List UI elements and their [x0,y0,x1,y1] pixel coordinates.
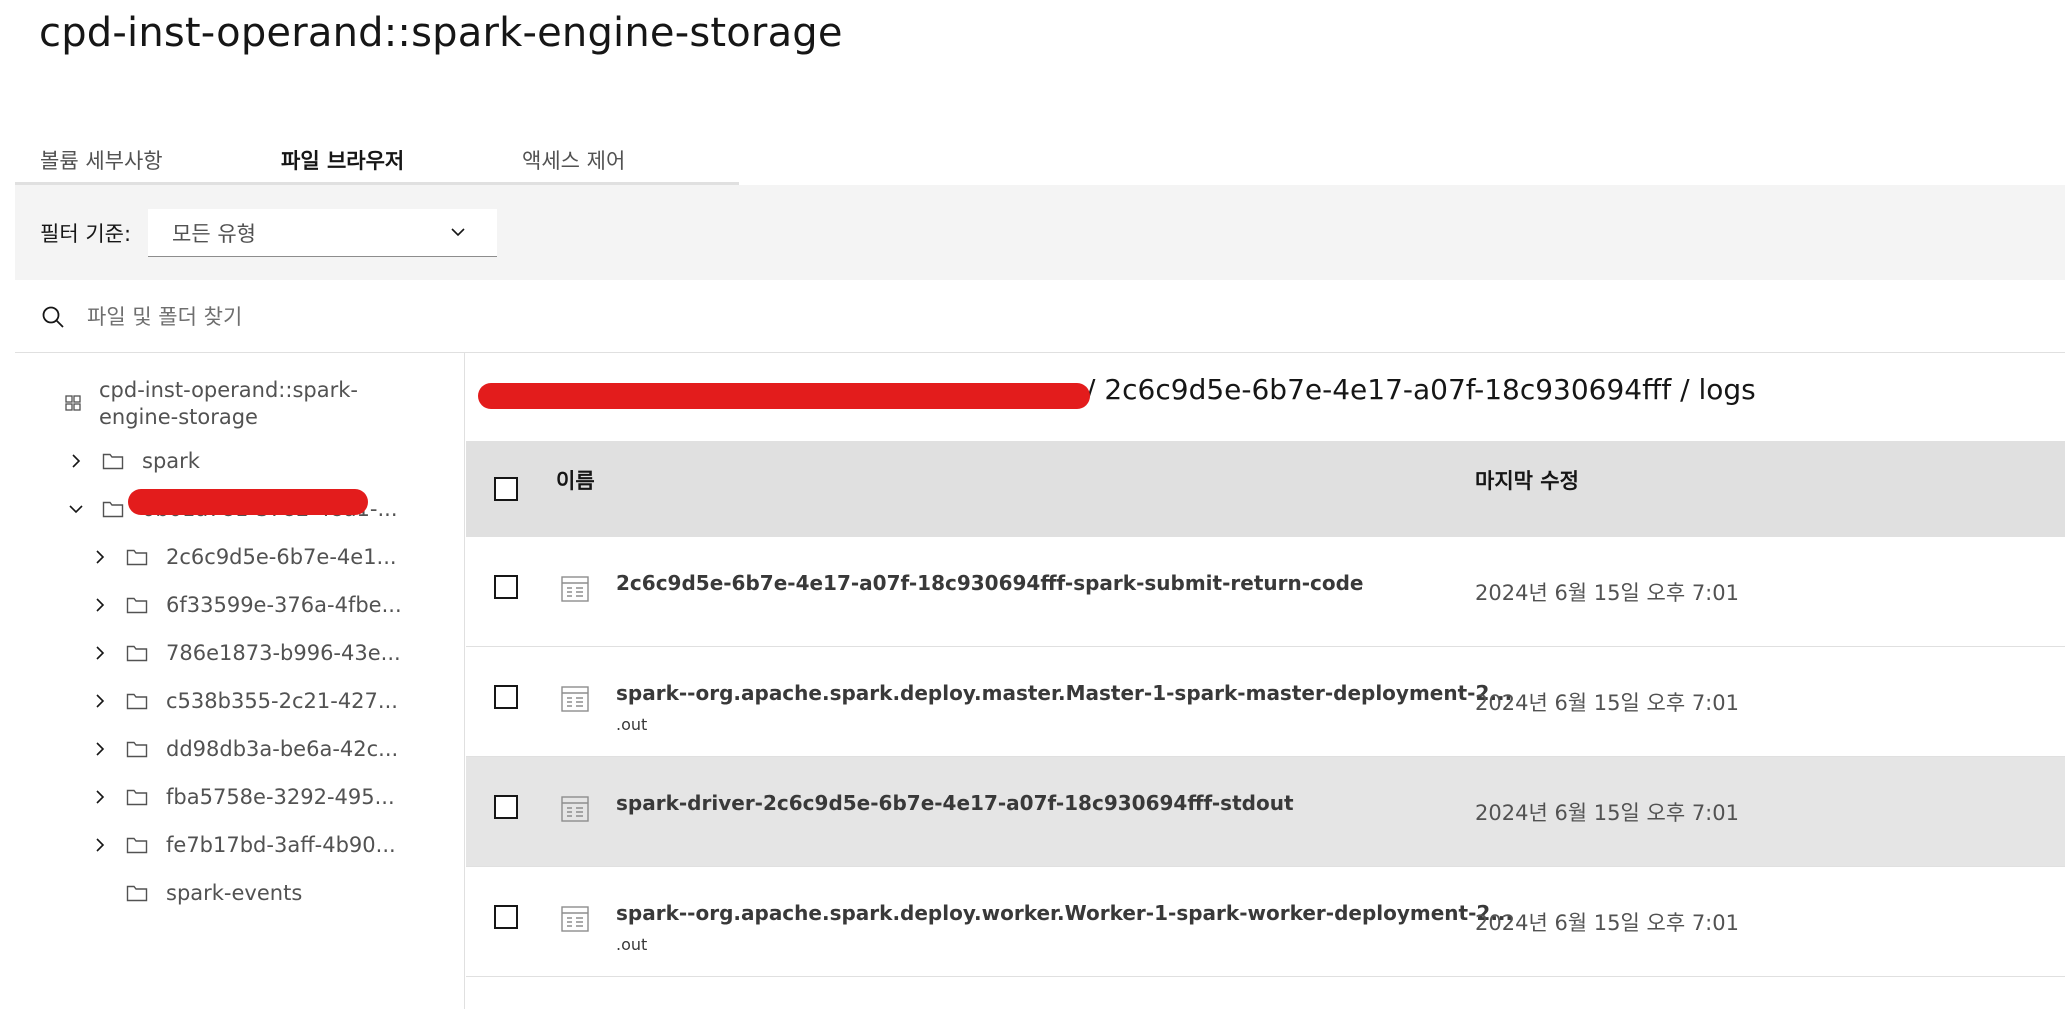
file-name[interactable]: spark--org.apache.spark.deploy.master.Ma… [616,681,1512,705]
tree-item-folder[interactable]: 6f33599e-376a-4fbe... [91,585,402,625]
page-title: cpd-inst-operand::spark-engine-storage [39,10,843,56]
row-checkbox[interactable] [494,795,518,819]
folder-icon [126,741,148,758]
filter-selected-value: 모든 유형 [172,221,256,246]
row-checkbox[interactable] [494,575,518,599]
tab-file-browser[interactable]: 파일 브라우저 [256,135,497,188]
column-header-name[interactable]: 이름 [556,465,595,495]
column-header-modified[interactable]: 마지막 수정 [1475,465,1579,495]
tree-item-folder[interactable]: 786e1873-b996-43e... [91,633,401,673]
filter-type-dropdown[interactable]: 모든 유형 [148,209,497,257]
tree-item-label: 2c6c9d5e-6b7e-4e1... [166,545,397,569]
tree-item-spark-events[interactable]: spark-events [91,873,302,913]
tree-item-label: dd98db3a-be6a-42c... [166,737,399,761]
storage-volume-icon [65,395,81,411]
tab-access-control[interactable]: 액세스 제어 [497,135,738,185]
tree-item-label: 786e1873-b996-43e... [166,641,401,665]
redaction-mark [478,383,1090,409]
folder-icon [126,597,148,614]
tree-item-label: spark [142,449,200,473]
table-row[interactable]: spark--org.apache.spark.deploy.worker.Wo… [466,867,2065,977]
log-file-icon [561,796,589,822]
search-input[interactable] [87,294,1987,339]
file-name[interactable]: 2c6c9d5e-6b7e-4e17-a07f-18c930694fff-spa… [616,571,1364,595]
tree-root-label: cpd-inst-operand::spark-engine-storage [99,378,358,429]
folder-icon [126,837,148,854]
row-checkbox[interactable] [494,905,518,929]
chevron-right-icon[interactable] [91,596,109,614]
chevron-right-icon[interactable] [91,692,109,710]
tree-item-label: c538b355-2c21-427... [166,689,398,713]
tree-item-folder[interactable]: dd98db3a-be6a-42c... [91,729,398,769]
filter-label: 필터 기준: [40,222,132,246]
folder-icon [126,693,148,710]
file-modified-date: 2024년 6월 15일 오후 7:01 [1475,581,1739,605]
tree-item-label: fe7b17bd-3aff-4b90... [166,833,396,857]
chevron-right-icon[interactable] [91,740,109,758]
tree-item-label: spark-events [166,881,303,905]
tree-item-folder[interactable]: c538b355-2c21-427... [91,681,398,721]
folder-icon [126,789,148,806]
log-file-icon [561,906,589,932]
tree-item-folder[interactable]: fe7b17bd-3aff-4b90... [91,825,396,865]
chevron-right-icon[interactable] [91,548,109,566]
tree-item-folder[interactable]: fba5758e-3292-495... [91,777,395,817]
row-checkbox[interactable] [494,685,518,709]
chevron-right-icon[interactable] [91,836,109,854]
chevron-down-icon [451,228,465,237]
table-row[interactable]: spark--org.apache.spark.deploy.master.Ma… [466,647,2065,757]
table-row[interactable]: 2c6c9d5e-6b7e-4e17-a07f-18c930694fff-spa… [466,537,2065,647]
file-extension: .out [616,935,648,954]
log-file-icon [561,576,589,602]
file-modified-date: 2024년 6월 15일 오후 7:01 [1475,911,1739,935]
tree-item-spark[interactable]: spark [67,441,200,481]
search-bar [15,280,2065,353]
chevron-right-icon[interactable] [67,452,85,470]
tree-root[interactable]: cpd-inst-operand::spark-engine-storage [63,377,423,431]
chevron-down-icon[interactable] [67,500,85,518]
chevron-right-icon[interactable] [91,644,109,662]
breadcrumb-path[interactable]: / 2c6c9d5e-6b7e-4e17-a07f-18c930694fff /… [1086,373,1756,406]
file-name[interactable]: spark--org.apache.spark.deploy.worker.Wo… [616,901,1513,925]
tab-bar: 볼륨 세부사항 파일 브라우저 액세스 제어 [15,135,739,188]
chevron-right-icon[interactable] [91,788,109,806]
folder-icon [126,549,148,566]
search-icon [42,306,64,328]
tree-item-folder[interactable]: 2c6c9d5e-6b7e-4e1... [91,537,397,577]
table-row[interactable]: spark-driver-2c6c9d5e-6b7e-4e17-a07f-18c… [466,757,2065,867]
file-modified-date: 2024년 6월 15일 오후 7:01 [1475,691,1739,715]
tree-item-label: fba5758e-3292-495... [166,785,395,809]
file-name[interactable]: spark-driver-2c6c9d5e-6b7e-4e17-a07f-18c… [616,791,1294,815]
file-extension: .out [616,715,648,734]
tree-item-label: 6f33599e-376a-4fbe... [166,593,402,617]
file-list-panel: / 2c6c9d5e-6b7e-4e17-a07f-18c930694fff /… [466,353,2065,1009]
folder-icon [102,453,124,470]
select-all-checkbox[interactable] [494,477,518,501]
log-file-icon [561,686,589,712]
redaction-mark [128,489,368,515]
folder-icon [126,645,148,662]
folder-icon [126,885,148,902]
file-modified-date: 2024년 6월 15일 오후 7:01 [1475,801,1739,825]
tab-volume-details[interactable]: 볼륨 세부사항 [15,135,256,185]
folder-tree: cpd-inst-operand::spark-engine-storage s… [15,353,465,1009]
table-header: 이름 마지막 수정 [466,441,2065,537]
folder-icon [102,501,124,518]
